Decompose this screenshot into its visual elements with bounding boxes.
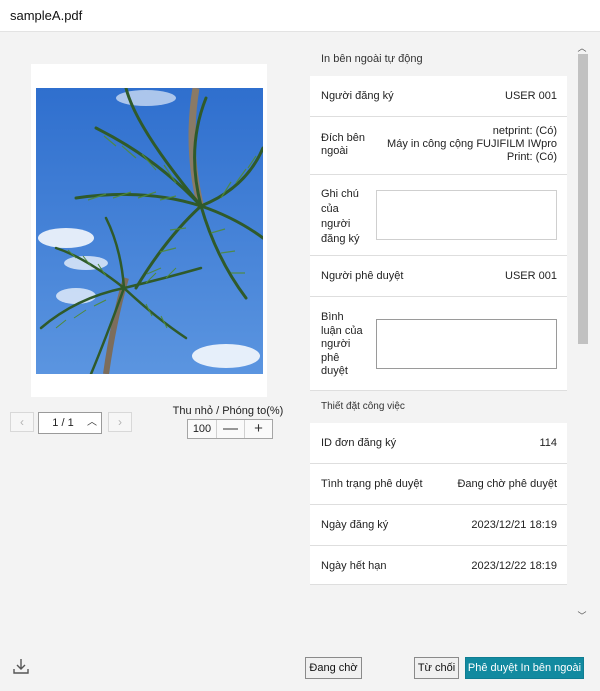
window-title: sampleA.pdf bbox=[0, 0, 600, 32]
approver-comment-label-line: luận của bbox=[321, 324, 363, 337]
destination-label-line: ngoài bbox=[321, 145, 348, 157]
page-number: 1 / 1 bbox=[52, 417, 74, 429]
row-request-date: Ngày đăng ký 2023/12/21 18:19 bbox=[310, 505, 567, 546]
row-request-id: ID đơn đăng ký 114 bbox=[310, 423, 567, 464]
page-selector[interactable]: 1 / 1 ︿ bbox=[38, 412, 102, 434]
chevron-right-icon: › bbox=[118, 415, 122, 429]
row-destination: Đích bên ngoài netprint: (Có) Máy in côn… bbox=[310, 117, 567, 175]
destination-value-line: Máy in công cộng FUJIFILM IWpro bbox=[387, 138, 557, 150]
request-date-value: 2023/12/21 18:19 bbox=[471, 519, 557, 531]
request-id-value: 114 bbox=[539, 437, 557, 449]
approval-status-label: Tình trạng phê duyệt bbox=[321, 478, 423, 490]
preview-image bbox=[36, 88, 263, 374]
zoom-label: Thu nhỏ / Phóng to(%) bbox=[172, 405, 284, 417]
requester-note-label-line: người bbox=[321, 218, 351, 230]
scrollbar[interactable]: ︿ ﹀ bbox=[576, 42, 588, 622]
row-requester: Người đăng ký USER 001 bbox=[310, 76, 567, 117]
approver-label: Người phê duyệt bbox=[321, 270, 404, 282]
requester-note-label-line: đăng ký bbox=[321, 233, 360, 245]
zoom-in-button[interactable]: + bbox=[244, 420, 272, 438]
zoom-value[interactable]: 100 bbox=[188, 420, 216, 438]
zoom-out-button[interactable]: — bbox=[216, 420, 244, 438]
row-requester-note: Ghi chú của người đăng ký bbox=[310, 175, 567, 256]
document-preview bbox=[31, 64, 267, 397]
approval-status-value: Đang chờ phê duyệt bbox=[457, 478, 557, 490]
scroll-down-icon[interactable]: ﹀ bbox=[576, 610, 588, 622]
row-expiry-date: Ngày hết hạn 2023/12/22 18:19 bbox=[310, 546, 567, 585]
approver-comment-label: Bình luận của người phê duyệt bbox=[321, 311, 363, 379]
destination-label-line: Đích bên bbox=[321, 132, 366, 144]
next-page-button[interactable]: › bbox=[108, 412, 132, 432]
request-date-label: Ngày đăng ký bbox=[321, 519, 389, 531]
requester-note-label-line: của bbox=[321, 203, 339, 215]
expiry-date-value: 2023/12/22 18:19 bbox=[471, 560, 557, 572]
zoom-control: 100 — + bbox=[187, 419, 273, 439]
destination-value-line: netprint: (Có) bbox=[492, 125, 557, 137]
section-title-job: Thiết đặt công việc bbox=[321, 401, 405, 412]
reject-button[interactable]: Từ chối bbox=[414, 657, 459, 679]
row-approver: Người phê duyệt USER 001 bbox=[310, 256, 567, 297]
chevron-left-icon: ‹ bbox=[20, 415, 24, 429]
scroll-thumb[interactable] bbox=[578, 54, 588, 344]
approver-value: USER 001 bbox=[505, 270, 557, 282]
destination-label: Đích bên ngoài bbox=[321, 132, 365, 158]
destination-value: netprint: (Có) Máy in công cộng FUJIFILM… bbox=[387, 125, 557, 164]
requester-note-field[interactable] bbox=[376, 190, 557, 240]
approve-external-print-button[interactable]: Phê duyệt In bên ngoài bbox=[465, 657, 584, 679]
details-panel: In bên ngoài tự động Người đăng ký USER … bbox=[310, 32, 567, 585]
download-icon[interactable] bbox=[12, 657, 30, 675]
requester-note-label: Ghi chú của người đăng ký bbox=[321, 187, 360, 247]
approver-comment-label-line: phê bbox=[321, 351, 340, 364]
approver-comment-label-line: duyệt bbox=[321, 365, 348, 377]
prev-page-button[interactable]: ‹ bbox=[10, 412, 34, 432]
dialog-content: ‹ 1 / 1 ︿ › Thu nhỏ / Phóng to(%) 100 — … bbox=[0, 32, 600, 647]
requester-note-label-line: Ghi chú bbox=[321, 188, 359, 200]
row-approval-status: Tình trạng phê duyệt Đang chờ phê duyệt bbox=[310, 464, 567, 505]
approver-comment-label-line: Bình bbox=[321, 311, 344, 323]
request-id-label: ID đơn đăng ký bbox=[321, 437, 397, 449]
dialog-footer: Đang chờ Từ chối Phê duyệt In bên ngoài bbox=[0, 647, 600, 691]
destination-value-line: Print: (Có) bbox=[506, 151, 557, 163]
requester-label: Người đăng ký bbox=[321, 90, 394, 102]
approver-comment-field[interactable] bbox=[376, 319, 557, 369]
pending-button[interactable]: Đang chờ bbox=[305, 657, 362, 679]
chevron-up-icon: ︿ bbox=[87, 417, 97, 428]
section-title-external: In bên ngoài tự động bbox=[321, 53, 423, 65]
requester-value: USER 001 bbox=[505, 90, 557, 102]
expiry-date-label: Ngày hết hạn bbox=[321, 560, 387, 572]
approver-comment-label-line: người bbox=[321, 338, 351, 350]
scroll-up-icon[interactable]: ︿ bbox=[576, 42, 588, 54]
row-approver-comment: Bình luận của người phê duyệt bbox=[310, 297, 567, 391]
